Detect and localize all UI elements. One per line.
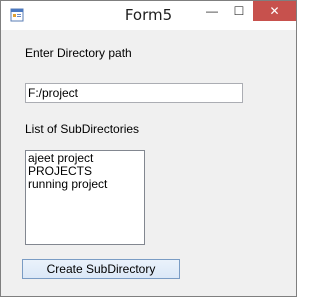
close-button[interactable]: ✕ xyxy=(253,1,296,21)
create-subdirectory-button[interactable]: Create SubDirectory xyxy=(22,259,180,279)
form5-window: Form5 — ☐ ✕ Enter Directory path List of… xyxy=(0,0,297,297)
minimize-icon: — xyxy=(206,4,218,18)
close-icon: ✕ xyxy=(269,4,280,18)
form-client-area: Enter Directory path List of SubDirector… xyxy=(9,30,288,289)
list-item[interactable]: running project xyxy=(28,178,142,191)
directory-path-input[interactable] xyxy=(25,83,243,103)
title-bar[interactable]: Form5 — ☐ ✕ xyxy=(1,1,296,30)
directory-path-label: Enter Directory path xyxy=(25,46,132,60)
subdirectories-listbox[interactable]: ajeet project PROJECTS running project xyxy=(25,150,145,245)
minimize-button[interactable]: — xyxy=(199,1,225,21)
subdirectories-label: List of SubDirectories xyxy=(25,122,140,136)
maximize-button[interactable]: ☐ xyxy=(226,1,252,21)
maximize-icon: ☐ xyxy=(233,4,245,18)
